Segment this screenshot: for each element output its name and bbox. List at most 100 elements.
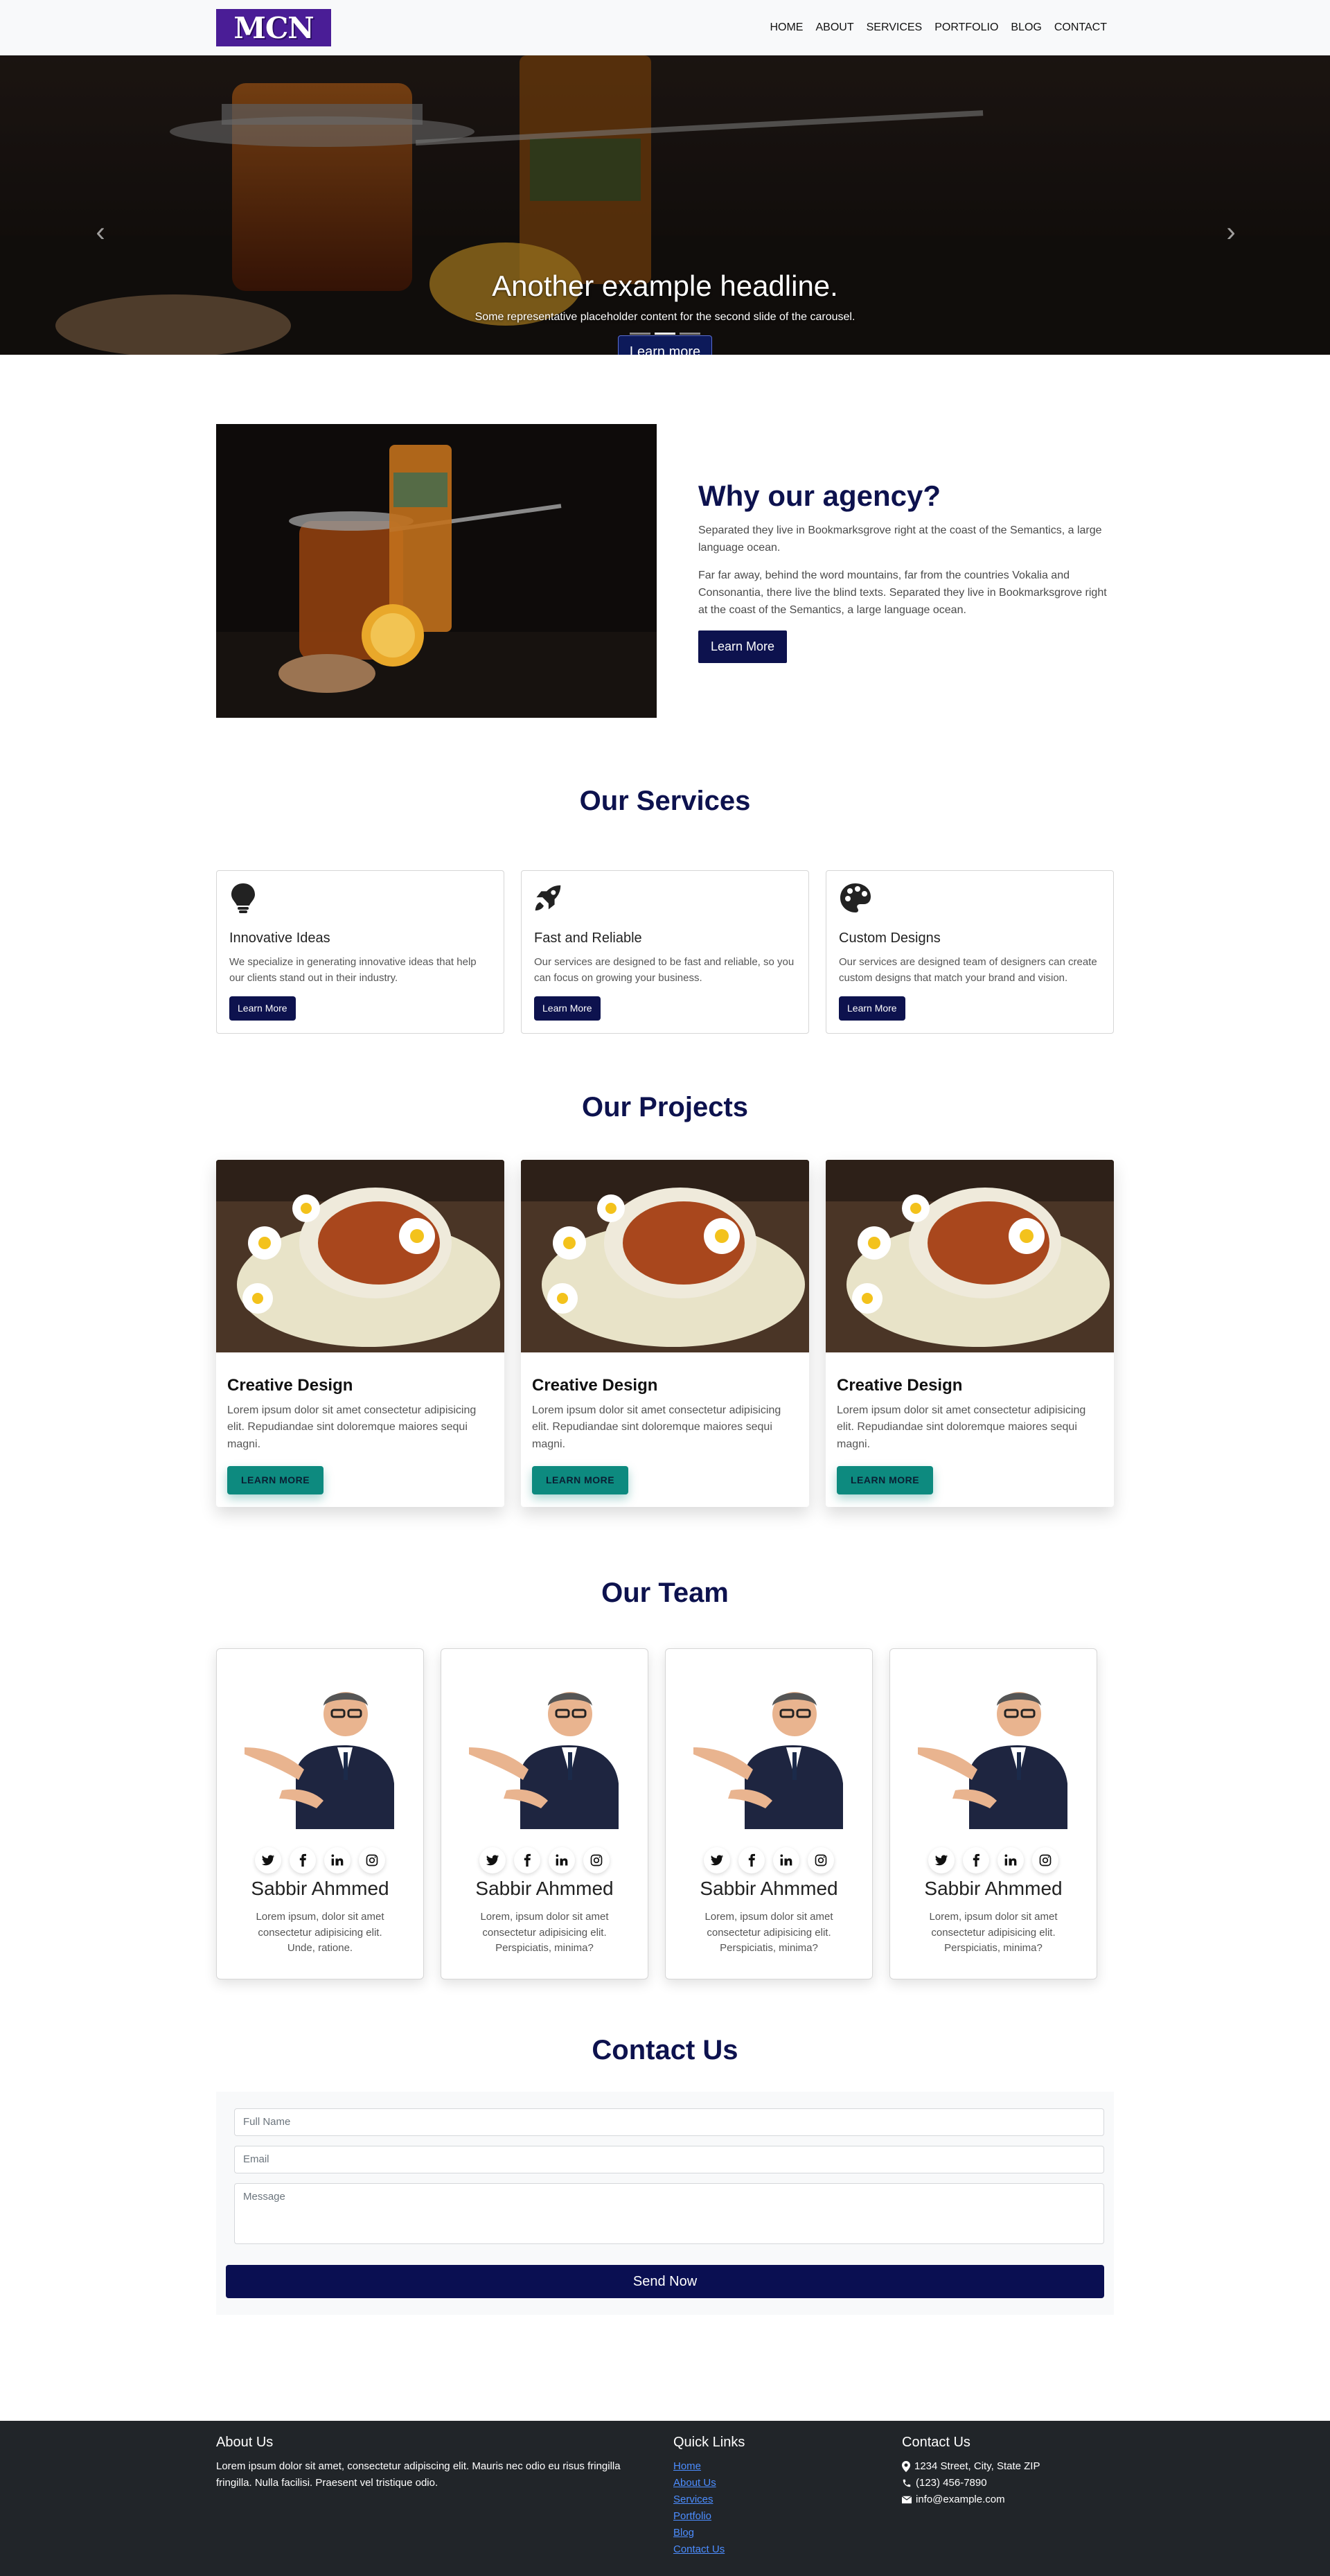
- indicator-1[interactable]: [630, 333, 650, 335]
- about-title: Why our agency?: [698, 479, 941, 513]
- facebook-icon[interactable]: [963, 1846, 989, 1873]
- send-now-button[interactable]: Send Now: [226, 2264, 1104, 2298]
- social-links: [441, 1846, 648, 1873]
- footer-address: 1234 Street, City, State ZIP: [914, 2460, 1040, 2472]
- twitter-icon[interactable]: [255, 1846, 281, 1873]
- project-card: Creative Design Lorem ipsum dolor sit am…: [521, 1159, 809, 1507]
- about-section: Why our agency? Separated they live in B…: [0, 355, 1330, 718]
- service-title: Fast and Reliable: [534, 930, 642, 946]
- instagram-icon[interactable]: [1032, 1846, 1058, 1873]
- member-bio: Lorem ipsum, dolor sit amet consectetur …: [256, 1911, 384, 1955]
- instagram-icon[interactable]: [583, 1846, 610, 1873]
- nav-contact[interactable]: CONTACT: [1054, 19, 1107, 36]
- member-bio: Lorem, ipsum dolor sit amet consectetur …: [929, 1911, 1058, 1955]
- carousel-indicators: [0, 333, 1330, 335]
- indicator-2[interactable]: [655, 333, 675, 335]
- email-field[interactable]: Email: [234, 2145, 1104, 2173]
- social-links: [666, 1846, 872, 1873]
- full-name-field[interactable]: Full Name: [234, 2108, 1104, 2136]
- nav-portfolio[interactable]: PORTFOLIO: [934, 19, 998, 36]
- hero-headline: Another example headline.: [492, 270, 838, 302]
- about-paragraph-2: Far far away, behind the word mountains,…: [698, 570, 1107, 616]
- contact-form: Full Name Email Message Send Now: [216, 2091, 1114, 2315]
- service-text: Our services are designed team of design…: [839, 956, 1097, 985]
- service-title: Custom Designs: [839, 930, 941, 946]
- project-learn-more-button[interactable]: LEARN MORE: [532, 1465, 629, 1494]
- nav-about[interactable]: ABOUT: [815, 19, 853, 36]
- project-image: [826, 1159, 1114, 1352]
- service-text: Our services are designed to be fast and…: [534, 956, 795, 985]
- footer-contact-title: Contact Us: [902, 2435, 970, 2450]
- footer-link-home[interactable]: Home: [673, 2458, 902, 2475]
- indicator-3[interactable]: [680, 333, 700, 335]
- member-photo: [918, 1691, 1067, 1829]
- team-member-card: Sabbir Ahmmed Lorem, ipsum dolor sit ame…: [441, 1648, 648, 1979]
- footer-link-about[interactable]: About Us: [673, 2475, 902, 2491]
- member-name: Sabbir Ahmmed: [475, 1877, 614, 1899]
- about-learn-more-button[interactable]: Learn More: [698, 630, 788, 663]
- instagram-icon[interactable]: [808, 1846, 834, 1873]
- linkedin-icon[interactable]: [549, 1846, 575, 1873]
- nav-home[interactable]: HOME: [770, 19, 803, 36]
- twitter-icon[interactable]: [704, 1846, 730, 1873]
- contact-title: Contact Us: [592, 2034, 738, 2065]
- service-card: Custom Designs Our services are designed…: [826, 870, 1114, 1034]
- social-links: [217, 1846, 423, 1873]
- twitter-icon[interactable]: [479, 1846, 506, 1873]
- chevron-right-icon[interactable]: ›: [1221, 218, 1241, 246]
- linkedin-icon[interactable]: [324, 1846, 351, 1873]
- footer-link-services[interactable]: Services: [673, 2491, 902, 2508]
- footer-link-blog[interactable]: Blog: [673, 2525, 902, 2541]
- footer-link-portfolio[interactable]: Portfolio: [673, 2508, 902, 2525]
- lightbulb-icon: [231, 883, 255, 913]
- about-image: [216, 424, 657, 718]
- member-photo: [469, 1691, 619, 1829]
- hero-carousel: ‹ › Another example headline. Some repre…: [0, 55, 1330, 355]
- nav-links: HOME ABOUT SERVICES PORTFOLIO BLOG CONTA…: [770, 19, 1107, 36]
- map-marker-icon: [902, 2461, 910, 2472]
- hero-subtext: Some representative placeholder content …: [475, 311, 855, 324]
- hero-caption: Another example headline. Some represent…: [0, 270, 1330, 355]
- project-text: Lorem ipsum dolor sit amet consectetur a…: [532, 1404, 781, 1451]
- nav-services[interactable]: SERVICES: [867, 19, 923, 36]
- project-title: Creative Design: [227, 1375, 353, 1395]
- member-bio: Lorem, ipsum dolor sit amet consectetur …: [704, 1911, 833, 1955]
- project-learn-more-button[interactable]: LEARN MORE: [837, 1465, 934, 1494]
- service-card: Innovative Ideas We specialize in genera…: [216, 870, 504, 1034]
- linkedin-icon[interactable]: [998, 1846, 1024, 1873]
- twitter-icon[interactable]: [928, 1846, 955, 1873]
- project-image: [521, 1159, 809, 1352]
- facebook-icon[interactable]: [290, 1846, 316, 1873]
- brand-logo[interactable]: MCN: [216, 9, 331, 46]
- linkedin-icon[interactable]: [773, 1846, 799, 1873]
- facebook-icon[interactable]: [514, 1846, 540, 1873]
- project-card: Creative Design Lorem ipsum dolor sit am…: [826, 1159, 1114, 1507]
- team-member-card: Sabbir Ahmmed Lorem, ipsum dolor sit ame…: [889, 1648, 1097, 1979]
- service-card: Fast and Reliable Our services are desig…: [521, 870, 809, 1034]
- instagram-icon[interactable]: [359, 1846, 385, 1873]
- services-section: Our Services Innovative Ideas We special…: [0, 784, 1330, 1034]
- contact-section: Contact Us Full Name Email Message Send …: [0, 2034, 1330, 2315]
- about-paragraph-1: Separated they live in Bookmarksgrove ri…: [698, 524, 1102, 554]
- footer-about-text: Lorem ipsum dolor sit amet, consectetur …: [216, 2460, 621, 2489]
- member-photo: [245, 1691, 394, 1829]
- facebook-icon[interactable]: [738, 1846, 765, 1873]
- footer: About Us Lorem ipsum dolor sit amet, con…: [0, 2421, 1330, 2576]
- member-bio: Lorem, ipsum dolor sit amet consectetur …: [480, 1911, 609, 1955]
- projects-title: Our Projects: [581, 1091, 749, 1122]
- project-title: Creative Design: [837, 1375, 963, 1395]
- social-links: [890, 1846, 1097, 1873]
- member-photo: [693, 1691, 843, 1829]
- project-card: Creative Design Lorem ipsum dolor sit am…: [216, 1159, 504, 1507]
- service-learn-more-button[interactable]: Learn More: [839, 996, 905, 1021]
- hero-learn-more-button[interactable]: Learn more: [617, 335, 713, 355]
- nav-blog[interactable]: BLOG: [1011, 19, 1041, 36]
- project-learn-more-button[interactable]: LEARN MORE: [227, 1465, 324, 1494]
- footer-link-contact[interactable]: Contact Us: [673, 2541, 902, 2558]
- service-learn-more-button[interactable]: Learn More: [534, 996, 601, 1021]
- message-field[interactable]: Message: [234, 2182, 1104, 2244]
- service-text: We specialize in generating innovative i…: [229, 956, 477, 985]
- chevron-left-icon[interactable]: ‹: [90, 218, 111, 246]
- team-section: Our Team Sabbir Ahmmed Lorem ipsum, dolo…: [0, 1576, 1330, 1979]
- service-learn-more-button[interactable]: Learn More: [229, 996, 296, 1021]
